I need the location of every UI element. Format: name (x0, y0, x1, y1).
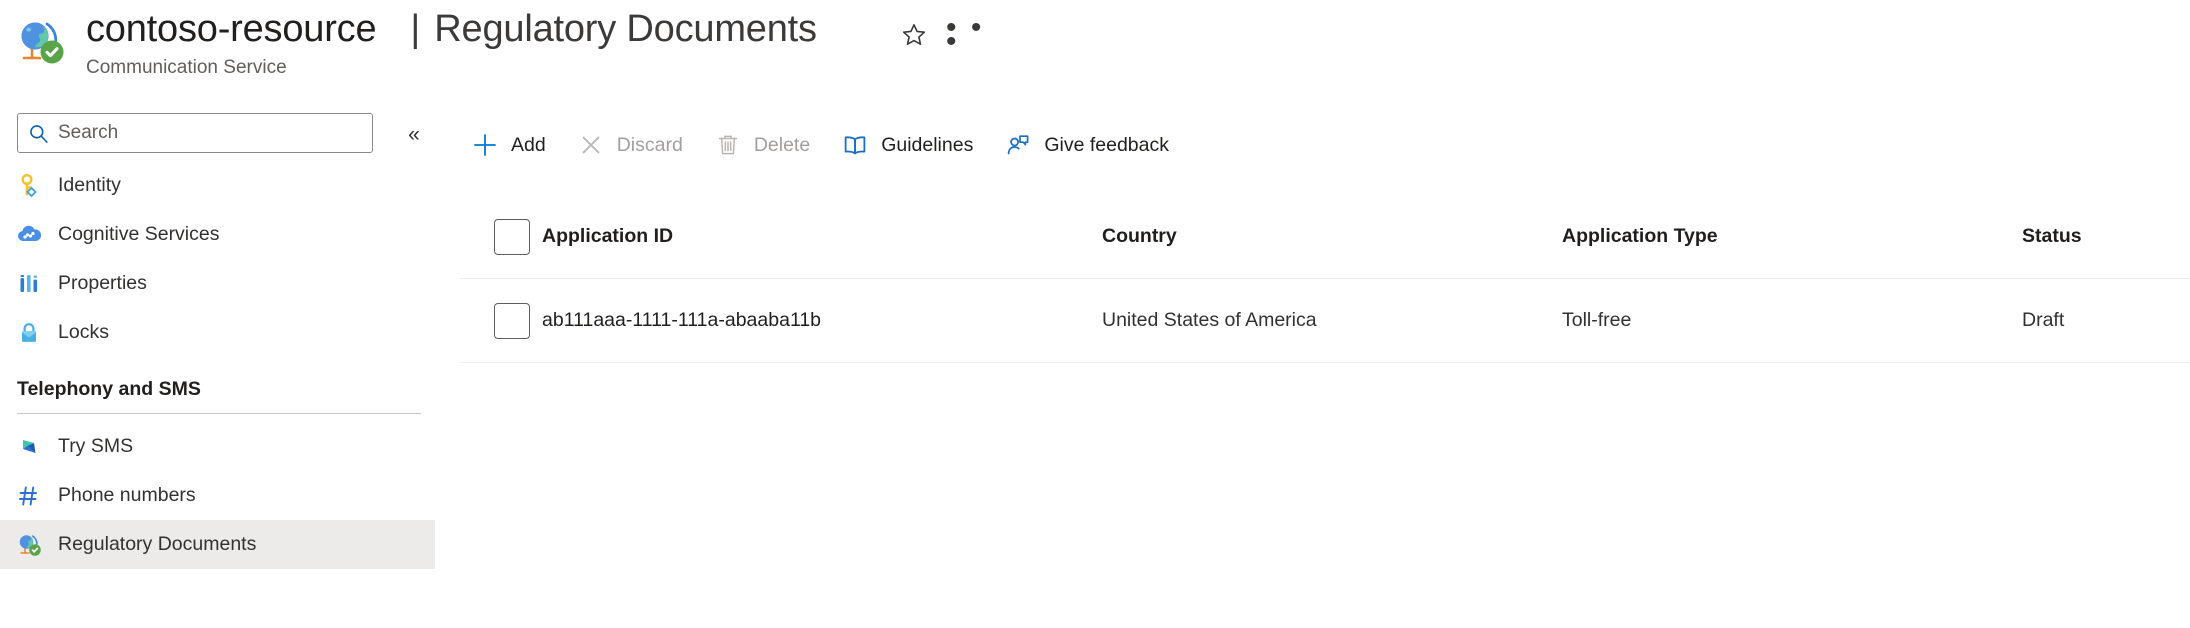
give-feedback-button-label: Give feedback (1044, 133, 1169, 156)
key-identity-icon (14, 171, 44, 201)
ellipsis-icon[interactable]: • • • (946, 13, 998, 57)
guidelines-button-label: Guidelines (881, 133, 974, 156)
cell-status: Draft (2022, 309, 2065, 331)
discard-button[interactable]: Discard (576, 123, 683, 167)
select-all-cell (460, 218, 542, 255)
title-separator: | (410, 8, 421, 50)
column-header-country[interactable]: Country (1102, 225, 1562, 248)
column-header-application-type[interactable]: Application Type (1562, 225, 2022, 248)
delete-button[interactable]: Delete (713, 123, 810, 167)
select-all-checkbox[interactable] (494, 218, 530, 255)
row-checkbox[interactable] (494, 302, 530, 339)
sidebar-item-cognitive-services[interactable]: Cognitive Services (0, 210, 435, 259)
command-bar: Add Discard Delete Guidelines Give feedb… (470, 123, 1199, 167)
sidebar-item-label: Phone numbers (58, 484, 196, 506)
plus-icon (470, 130, 500, 160)
close-x-icon (576, 130, 606, 160)
book-icon (840, 130, 870, 160)
page-title: Regulatory Documents (434, 8, 817, 50)
sidebar-item-label: Cognitive Services (58, 223, 220, 245)
sidebar-item-try-sms[interactable]: Try SMS (0, 422, 435, 471)
person-feedback-icon (1003, 130, 1033, 160)
trash-icon (713, 130, 743, 160)
cell-application-id: ab111aaa-1111-111a-abaaba11b (542, 309, 822, 331)
sidebar-item-label: Locks (58, 321, 109, 343)
sidebar-item-label: Identity (58, 174, 121, 196)
column-header-application-id[interactable]: Application ID (542, 225, 1102, 248)
sidebar-nav-primary: Identity Cognitive Services Properties L… (0, 161, 435, 357)
cognitive-services-cloud-icon (14, 220, 44, 250)
table-row-divider (460, 362, 2190, 363)
globe-check-icon (14, 530, 44, 560)
search-box[interactable] (17, 113, 373, 153)
sidebar: « Identity (0, 108, 440, 628)
double-chevron-left-icon[interactable]: « (397, 121, 431, 149)
delete-button-label: Delete (753, 133, 811, 156)
globe-check-icon (14, 14, 68, 68)
flag-send-icon (14, 432, 44, 462)
sidebar-item-phone-numbers[interactable]: Phone numbers (0, 471, 435, 520)
sidebar-section-telephony: Telephony and SMS Try SMS Phone numbers … (0, 378, 435, 569)
sidebar-section-title: Telephony and SMS (17, 378, 201, 400)
add-button-label: Add (511, 133, 546, 156)
sidebar-search-row: « (17, 113, 427, 159)
guidelines-button[interactable]: Guidelines (840, 123, 973, 167)
resource-name: contoso-resource (86, 8, 377, 50)
properties-bars-icon (14, 269, 44, 299)
hash-number-icon (14, 481, 44, 511)
sidebar-item-regulatory-documents[interactable]: Regulatory Documents (0, 520, 435, 569)
page-title-block: contoso-resource | Regulatory Documents … (86, 8, 817, 79)
sidebar-item-properties[interactable]: Properties (0, 259, 435, 308)
discard-button-label: Discard (616, 133, 683, 156)
cell-country: United States of America (1102, 309, 1317, 331)
sidebar-section-divider (17, 413, 421, 414)
column-header-status[interactable]: Status (2022, 225, 2190, 248)
add-button[interactable]: Add (470, 123, 546, 167)
search-input[interactable] (58, 122, 348, 144)
search-icon (28, 123, 49, 144)
lock-icon (14, 318, 44, 348)
row-select-cell (460, 302, 542, 339)
table-row[interactable]: ab111aaa-1111-111a-abaaba11b United Stat… (460, 279, 2190, 362)
give-feedback-button[interactable]: Give feedback (1003, 123, 1169, 167)
sidebar-item-locks[interactable]: Locks (0, 308, 435, 357)
star-outline-icon[interactable] (893, 14, 935, 56)
table-header-row: Application ID Country Application Type … (460, 195, 2190, 278)
sidebar-item-label: Try SMS (58, 435, 134, 457)
sidebar-nav-telephony: Try SMS Phone numbers Regulatory Documen… (0, 422, 435, 569)
page-header: contoso-resource | Regulatory Documents … (0, 0, 2190, 108)
sidebar-item-identity[interactable]: Identity (0, 161, 435, 210)
resource-subtitle: Communication Service (86, 57, 287, 78)
cell-application-type: Toll-free (1562, 309, 1632, 331)
sidebar-item-label: Regulatory Documents (58, 533, 257, 555)
regulatory-documents-table: Application ID Country Application Type … (460, 195, 2190, 363)
sidebar-item-label: Properties (58, 272, 147, 294)
